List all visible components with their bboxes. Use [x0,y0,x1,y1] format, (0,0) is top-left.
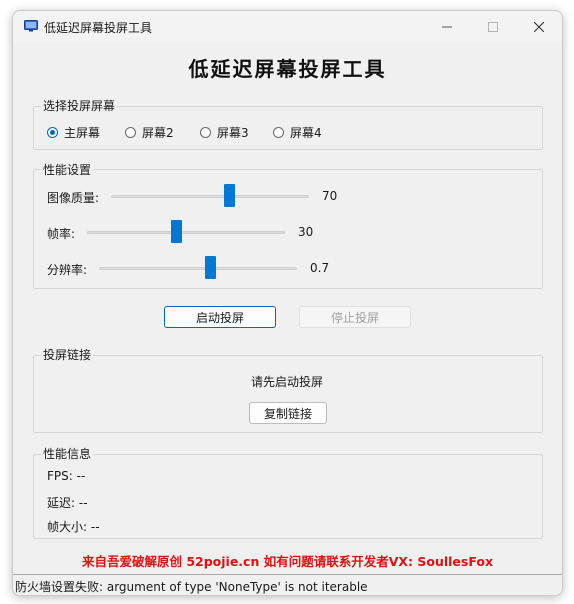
quality-slider-handle[interactable] [224,184,235,207]
resolution-label: 分辨率: [47,263,88,277]
latency-readout: 延迟: -- [47,496,88,510]
maximize-button[interactable] [470,11,516,42]
radio-screen-4[interactable]: 屏幕4 [273,124,322,141]
quality-value: 70 [322,189,338,203]
page-title: 低延迟屏幕投屏工具 [188,57,387,81]
performance-info-group [33,454,543,539]
status-message: 防火墙设置失败: argument of type 'NoneType' is … [15,580,368,594]
radio-indicator [125,127,136,138]
radio-label: 屏幕4 [290,126,322,140]
radio-indicator [200,127,211,138]
resolution-slider-track[interactable] [99,267,297,270]
framerate-value: 30 [298,225,314,239]
framerate-slider-handle[interactable] [171,220,182,243]
maximize-icon [488,21,498,32]
footer-notice: 来自吾爱破解原创 52pojie.cn 如有问题请联系开发者VX: Soulle… [81,554,494,569]
status-bar: 防火墙设置失败: argument of type 'NoneType' is … [13,574,562,595]
app-window: 低延迟屏幕投屏工具 低延迟屏幕投屏工具 选择投屏屏幕 主屏幕 屏幕2 屏幕3 屏… [12,10,563,596]
copy-link-button[interactable]: 复制链接 [249,402,327,424]
framerate-label: 帧率: [47,227,76,241]
cast-link-message: 请先启动投屏 [250,375,323,389]
radio-screen-3[interactable]: 屏幕3 [200,124,249,141]
quality-label: 图像质量: [47,191,100,205]
performance-title: 性能设置 [41,161,94,178]
close-icon [534,21,544,32]
radio-label: 屏幕2 [142,126,174,140]
resolution-value: 0.7 [310,261,330,275]
fps-readout: FPS: -- [47,469,86,483]
radio-screen-2[interactable]: 屏幕2 [125,124,174,141]
title-bar[interactable]: 低延迟屏幕投屏工具 [13,11,562,42]
quality-slider-track[interactable] [111,195,309,198]
radio-main-screen[interactable]: 主屏幕 [47,124,100,141]
radio-indicator [273,127,284,138]
radio-label: 主屏幕 [64,126,101,140]
minimize-button[interactable] [424,11,470,42]
start-cast-button[interactable]: 启动投屏 [164,306,276,328]
performance-group [33,169,543,289]
radio-label: 屏幕3 [217,126,249,140]
resolution-slider-handle[interactable] [205,256,216,279]
screen-select-title: 选择投屏屏幕 [41,97,118,114]
window-title: 低延迟屏幕投屏工具 [44,21,153,35]
performance-info-title: 性能信息 [41,445,94,462]
close-button[interactable] [516,11,562,42]
framerate-slider-track[interactable] [87,231,285,234]
stop-cast-button[interactable]: 停止投屏 [299,306,411,328]
radio-indicator [47,127,58,138]
app-icon [24,20,38,32]
frame-size-readout: 帧大小: -- [47,520,100,534]
minimize-icon [442,26,452,27]
cast-link-title: 投屏链接 [41,346,94,363]
